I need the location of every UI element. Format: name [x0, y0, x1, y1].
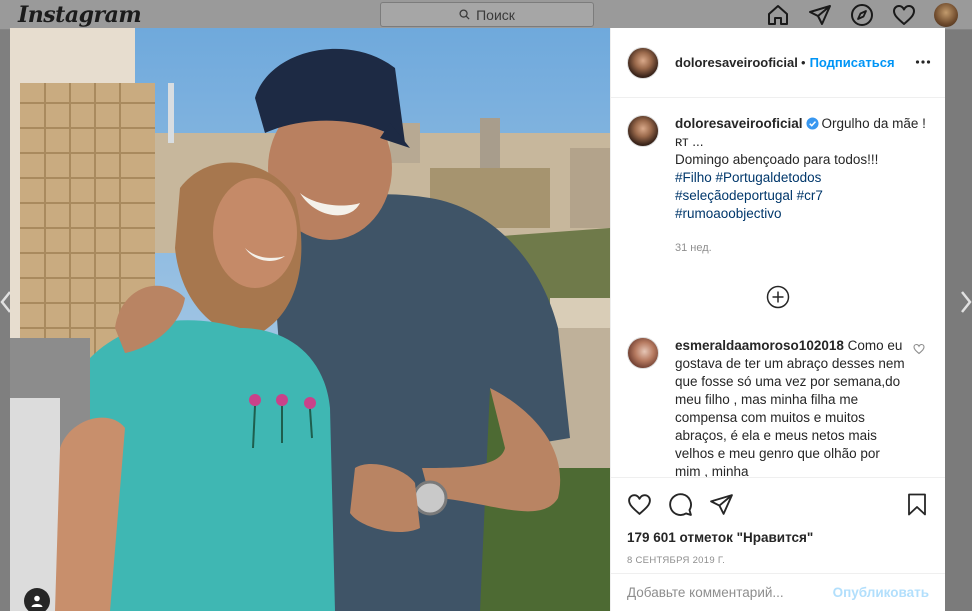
- home-icon[interactable]: [766, 3, 790, 27]
- direct-icon[interactable]: [808, 3, 832, 27]
- verified-badge-icon: [806, 117, 819, 130]
- author-username[interactable]: doloresaveirooficial: [675, 55, 797, 70]
- search-placeholder: Поиск: [476, 6, 515, 23]
- post-modal: doloresaveirooficial • Подписаться dolor…: [10, 28, 945, 611]
- post-photo-illustration: [10, 28, 610, 611]
- post-details-panel: doloresaveirooficial • Подписаться dolor…: [610, 28, 945, 611]
- caption-body: doloresaveirooficial Orgulho da mãe ! ʀᴛ …: [675, 115, 929, 257]
- post-actions: 179 601 отметок "Нравится" 8 СЕНТЯБРЯ 20…: [611, 477, 945, 567]
- save-bookmark-icon[interactable]: [905, 492, 929, 517]
- plus-circle-icon: [766, 285, 790, 309]
- search-icon: [459, 9, 470, 20]
- caption-hashtags[interactable]: #Filho #Portugaldetodos #seleçãodeportug…: [675, 170, 823, 221]
- comment-body: esmeraldaamoroso102018 Como eu gostava d…: [675, 337, 929, 477]
- comment-icon[interactable]: [668, 492, 693, 517]
- post-photo[interactable]: [10, 28, 610, 611]
- likes-count[interactable]: 179 601 отметок "Нравится": [627, 530, 929, 545]
- like-icon[interactable]: [627, 492, 652, 517]
- load-more-comments-button[interactable]: [627, 285, 929, 309]
- activity-heart-icon[interactable]: [892, 3, 916, 27]
- feed-background-left: [0, 30, 10, 611]
- comments-list[interactable]: doloresaveirooficial Orgulho da mãe ! ʀᴛ …: [611, 99, 945, 477]
- nav-icons: [766, 3, 958, 27]
- search-box[interactable]: Поиск: [380, 2, 594, 27]
- caption-text-line2: Domingo abençoado para todos!!!: [675, 152, 879, 167]
- comment-like-icon[interactable]: [913, 343, 925, 355]
- tagged-users-icon[interactable]: [24, 588, 50, 611]
- top-navigation: Instagram Поиск: [0, 0, 972, 30]
- comment-input[interactable]: [627, 585, 833, 600]
- instagram-logo[interactable]: Instagram: [18, 2, 142, 28]
- commenter-avatar[interactable]: [627, 337, 659, 369]
- separator-dot: •: [801, 55, 806, 70]
- share-icon[interactable]: [709, 492, 734, 517]
- commenter-username[interactable]: esmeraldaamoroso102018: [675, 338, 844, 353]
- action-icons-row: [627, 490, 929, 518]
- caption-time[interactable]: 31 нед.: [675, 239, 929, 257]
- author-avatar[interactable]: [627, 46, 659, 79]
- next-post-arrow-icon[interactable]: [960, 290, 972, 314]
- caption: doloresaveirooficial Orgulho da mãe ! ʀᴛ …: [627, 115, 929, 257]
- comment-text: Como eu gostava de ter um abraço desses …: [675, 338, 905, 477]
- post-date: 8 СЕНТЯБРЯ 2019 Г.: [627, 555, 726, 566]
- feed-background-right: [945, 30, 972, 611]
- explore-icon[interactable]: [850, 3, 874, 27]
- add-comment-form: Опубликовать: [611, 573, 945, 611]
- profile-avatar[interactable]: [934, 3, 958, 27]
- comment-item: esmeraldaamoroso102018 Como eu gostava d…: [627, 337, 929, 477]
- caption-author-avatar[interactable]: [627, 115, 659, 147]
- post-header: doloresaveirooficial • Подписаться: [611, 28, 945, 98]
- publish-comment-button[interactable]: Опубликовать: [833, 585, 929, 600]
- follow-button[interactable]: Подписаться: [810, 55, 895, 70]
- more-options-icon[interactable]: [915, 54, 931, 70]
- caption-username[interactable]: doloresaveirooficial: [675, 116, 803, 131]
